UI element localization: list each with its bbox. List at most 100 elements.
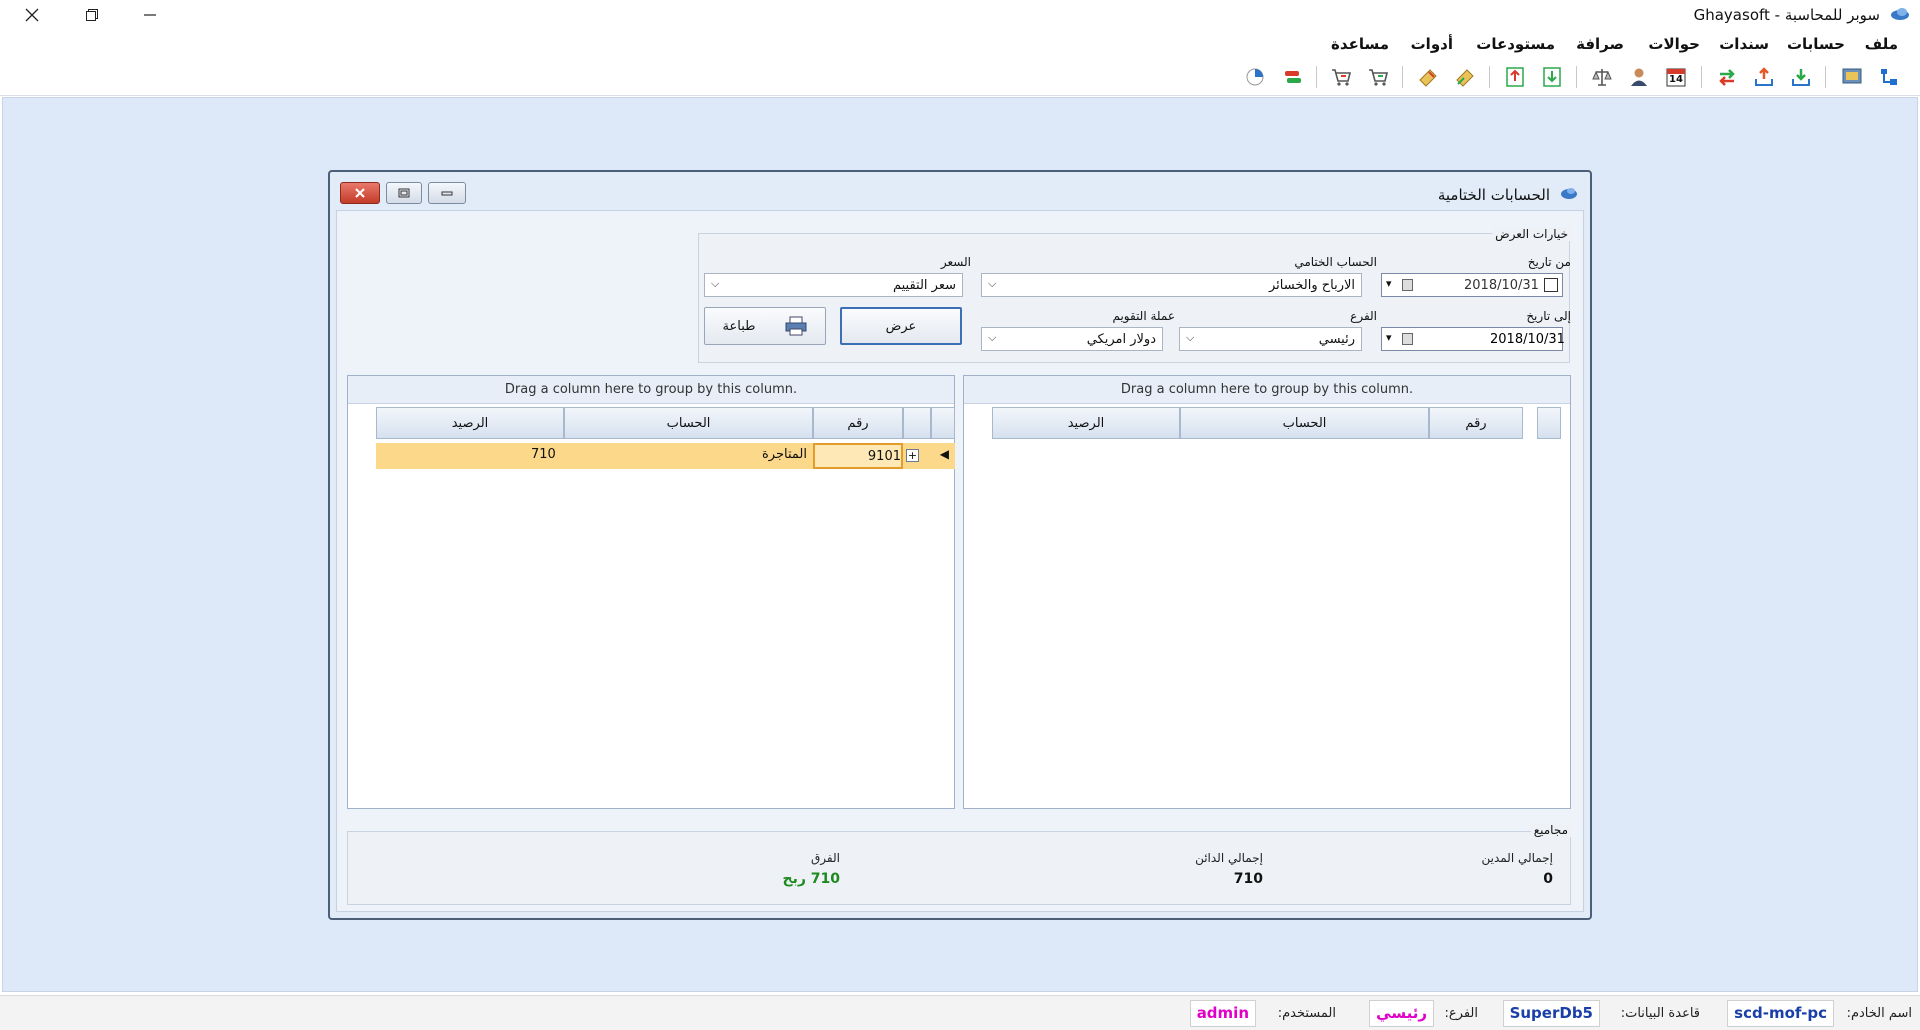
- currency-select[interactable]: ⌵ دولار امريكي: [981, 327, 1163, 351]
- chevron-down-icon: ⌵: [988, 277, 997, 290]
- receive-doc-button[interactable]: [1539, 64, 1565, 90]
- final-accounts-window: الحسابات الختامية خيارات العرض من تاريخ …: [328, 170, 1592, 920]
- branch-value: رئيسي: [1318, 332, 1355, 347]
- cheque-icon: [1456, 69, 1474, 87]
- from-date-picker[interactable]: ▾ 2018/10/31: [1381, 273, 1563, 297]
- table-row[interactable]: ◀ + 9101 المتاجرة 710: [376, 443, 955, 469]
- display-options-legend: خيارات العرض: [1492, 227, 1571, 241]
- cell-account[interactable]: المتاجرة: [564, 443, 813, 469]
- exchange-button[interactable]: [1714, 64, 1740, 90]
- menu-exchange[interactable]: صرافة: [1576, 35, 1624, 53]
- menu-transfers[interactable]: حوالات: [1648, 35, 1700, 53]
- right-accounts-grid: Drag a column here to group by this colu…: [963, 375, 1571, 809]
- group-by-panel[interactable]: Drag a column here to group by this colu…: [964, 376, 1570, 404]
- calendar-icon: [1402, 279, 1413, 291]
- expand-column-header: [903, 407, 931, 439]
- indicator-column-header: [931, 407, 955, 439]
- users-button[interactable]: [1626, 64, 1652, 90]
- restore-icon: [86, 9, 98, 21]
- to-date-label: إلى تاريخ: [1526, 309, 1571, 323]
- branch-select[interactable]: ⌵ رئيسي: [1179, 327, 1362, 351]
- column-header-balance[interactable]: الرصيد: [992, 407, 1180, 439]
- difference-value: 710 ربح: [782, 871, 840, 887]
- database-label: قاعدة البيانات:: [1620, 1006, 1700, 1021]
- currency-value: دولار امريكي: [1086, 332, 1156, 347]
- transfer-button[interactable]: [1279, 64, 1305, 90]
- column-header-balance[interactable]: الرصيد: [376, 407, 564, 439]
- menu-file[interactable]: ملف: [1865, 35, 1898, 53]
- dialog-close-button[interactable]: [340, 182, 380, 204]
- chevron-down-icon: ⌵: [1186, 331, 1195, 344]
- left-accounts-grid: Drag a column here to group by this colu…: [347, 375, 955, 809]
- doc-down-icon: [1543, 67, 1561, 87]
- column-header-account[interactable]: الحساب: [1180, 407, 1429, 439]
- monitor-icon: [1842, 68, 1862, 84]
- totals-group: [347, 831, 1571, 905]
- to-date-picker[interactable]: ▾ 2018/10/31: [1381, 327, 1565, 351]
- group-by-panel[interactable]: Drag a column here to group by this colu…: [348, 376, 954, 404]
- show-button[interactable]: عرض: [840, 307, 962, 345]
- dialog-title: الحسابات الختامية: [1437, 186, 1550, 204]
- doc-up-icon: [1506, 67, 1524, 87]
- toolbar: 14: [0, 58, 1920, 96]
- app-logo-icon: [1891, 8, 1909, 20]
- menu-tools[interactable]: أدوات: [1411, 35, 1453, 53]
- app-title: سوبر للمحاسبة - Ghayasoft: [1693, 6, 1880, 24]
- restore-window-button[interactable]: [62, 0, 122, 30]
- cart-icon: [1369, 69, 1389, 86]
- menu-warehouses[interactable]: مستودعات: [1476, 35, 1555, 53]
- price-label: السعر: [940, 255, 971, 269]
- tree-accounts-button[interactable]: [1876, 64, 1902, 90]
- purchase-button[interactable]: [1365, 64, 1391, 90]
- import-button[interactable]: [1788, 64, 1814, 90]
- menu-bar: ملف حسابات سندات حوالات صرافة مستودعات أ…: [0, 30, 1920, 58]
- to-date-value: 2018/10/31: [1490, 332, 1565, 347]
- cheque-in-button[interactable]: [1452, 64, 1478, 90]
- minimize-window-button[interactable]: [120, 0, 180, 30]
- reports-button[interactable]: [1242, 64, 1268, 90]
- title-bar: سوبر للمحاسبة - Ghayasoft: [0, 0, 1920, 30]
- branch-status-label: الفرع:: [1444, 1006, 1478, 1021]
- close-icon: [355, 188, 365, 198]
- balance-button[interactable]: [1589, 64, 1615, 90]
- export-button[interactable]: [1751, 64, 1777, 90]
- user-label: المستخدم:: [1277, 1006, 1336, 1021]
- chevron-down-icon: ⌵: [711, 277, 720, 290]
- cell-balance[interactable]: 710: [376, 443, 564, 469]
- cheque-out-button[interactable]: [1415, 64, 1441, 90]
- dialog-minimize-button[interactable]: [428, 182, 466, 204]
- print-button[interactable]: طباعة: [704, 307, 826, 345]
- from-date-label: من تاريخ: [1527, 255, 1571, 269]
- calendar-day: 14: [1669, 74, 1683, 85]
- branch-label: الفرع: [1350, 309, 1377, 323]
- column-header-account[interactable]: الحساب: [564, 407, 813, 439]
- toolbar-separator: [1489, 66, 1490, 88]
- close-window-button[interactable]: [2, 0, 62, 30]
- total-debit-value: 0: [1543, 871, 1553, 887]
- indicator-column-header: [1537, 407, 1561, 439]
- app-logo-icon: [1561, 188, 1577, 199]
- cell-number[interactable]: 9101: [813, 443, 903, 469]
- tree-icon: [1881, 69, 1897, 85]
- dialog-restore-button[interactable]: [386, 182, 422, 204]
- menu-accounts[interactable]: حسابات: [1787, 35, 1845, 53]
- toolbar-separator: [1402, 66, 1403, 88]
- expand-row-icon[interactable]: +: [906, 449, 919, 462]
- toolbar-separator: [1825, 66, 1826, 88]
- printer-icon: [785, 316, 807, 336]
- column-header-number[interactable]: رقم: [1429, 407, 1523, 439]
- show-button-label: عرض: [885, 318, 917, 334]
- column-header-number[interactable]: رقم: [813, 407, 903, 439]
- user-icon: [1631, 68, 1647, 86]
- pay-doc-button[interactable]: [1502, 64, 1528, 90]
- upload-tray-icon: [1755, 67, 1773, 86]
- sales-button[interactable]: [1328, 64, 1354, 90]
- from-date-checkbox[interactable]: [1544, 278, 1558, 292]
- display-button[interactable]: [1839, 64, 1865, 90]
- calendar-button[interactable]: 14: [1663, 64, 1689, 90]
- menu-help[interactable]: مساعدة: [1331, 35, 1389, 53]
- final-account-select[interactable]: ⌵ الارباح والخسائر: [981, 273, 1362, 297]
- total-credit-label: إجمالي الدائن: [1195, 851, 1263, 865]
- price-select[interactable]: ⌵ سعر التقييم: [704, 273, 963, 297]
- menu-vouchers[interactable]: سندات: [1719, 35, 1769, 53]
